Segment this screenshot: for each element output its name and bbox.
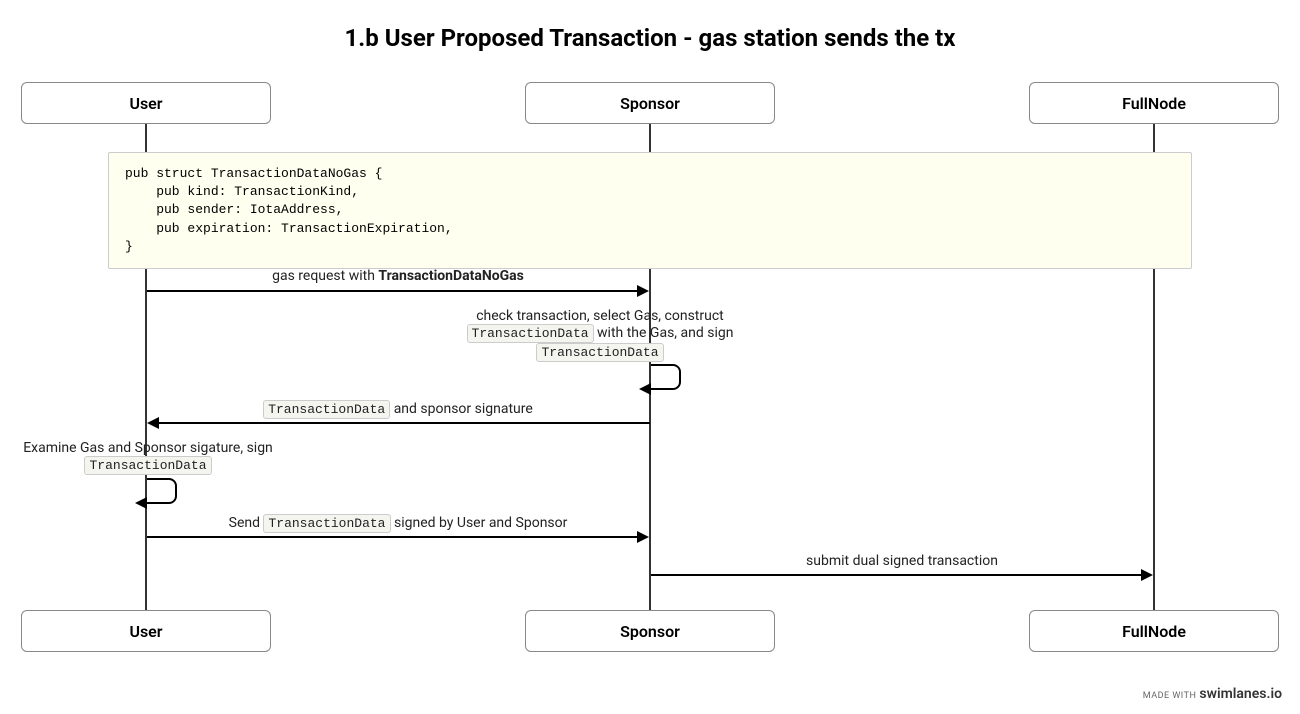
msg4-selfloop xyxy=(147,478,177,504)
watermark-brand: swimlanes.io xyxy=(1199,686,1282,702)
watermark: MADE WITH swimlanes.io xyxy=(1143,686,1282,702)
msg3-code: TransactionData xyxy=(263,400,390,419)
msg1-arrowhead xyxy=(637,285,649,297)
code-note: pub struct TransactionDataNoGas { pub ki… xyxy=(108,152,1192,269)
lane-fullnode-bottom: FullNode xyxy=(1029,610,1279,652)
msg1-arrow xyxy=(147,290,639,292)
msg5-label: Send TransactionData signed by User and … xyxy=(146,514,650,533)
msg5-arrowhead xyxy=(637,531,649,543)
msg1-text: gas request with xyxy=(272,268,378,284)
msg2-code1: TransactionData xyxy=(467,324,594,343)
msg2-line1: check transaction, select Gas, construct xyxy=(420,308,780,324)
lane-user-top: User xyxy=(21,82,271,124)
msg4-line1: Examine Gas and Sponsor sigature, sign xyxy=(18,440,278,456)
msg6-label: submit dual signed transaction xyxy=(650,553,1154,569)
msg2-label: check transaction, select Gas, construct… xyxy=(420,308,780,362)
msg2-code2: TransactionData xyxy=(536,343,663,362)
watermark-made: MADE WITH xyxy=(1143,691,1197,701)
msg5-suffix: signed by User and Sponsor xyxy=(391,515,568,531)
lane-user-bottom: User xyxy=(21,610,271,652)
msg4-label: Examine Gas and Sponsor sigature, sign T… xyxy=(18,440,278,475)
msg2-line3: TransactionData xyxy=(420,343,780,362)
msg5-code: TransactionData xyxy=(263,514,390,533)
msg2-line2: TransactionData with the Gas, and sign xyxy=(420,324,780,343)
msg6-arrowhead xyxy=(1141,569,1153,581)
msg3-suffix: and sponsor signature xyxy=(390,401,533,417)
msg3-arrowhead xyxy=(147,417,159,429)
msg4-code: TransactionData xyxy=(84,456,211,475)
msg5-arrow xyxy=(147,536,639,538)
msg2-mid: with the Gas, and sign xyxy=(594,325,734,341)
msg3-arrow xyxy=(159,422,650,424)
lane-sponsor-bottom: Sponsor xyxy=(525,610,775,652)
msg2-selfloop xyxy=(651,364,681,390)
diagram-canvas: User Sponsor FullNode pub struct Transac… xyxy=(0,0,1300,714)
msg6-arrow xyxy=(651,574,1143,576)
msg1-bold: TransactionDataNoGas xyxy=(378,268,523,284)
msg1-label: gas request with TransactionDataNoGas xyxy=(146,268,650,284)
msg5-prefix: Send xyxy=(229,515,264,531)
lane-sponsor-top: Sponsor xyxy=(525,82,775,124)
lane-fullnode-top: FullNode xyxy=(1029,82,1279,124)
msg3-label: TransactionData and sponsor signature xyxy=(146,400,650,419)
msg4-line2: TransactionData xyxy=(18,456,278,475)
